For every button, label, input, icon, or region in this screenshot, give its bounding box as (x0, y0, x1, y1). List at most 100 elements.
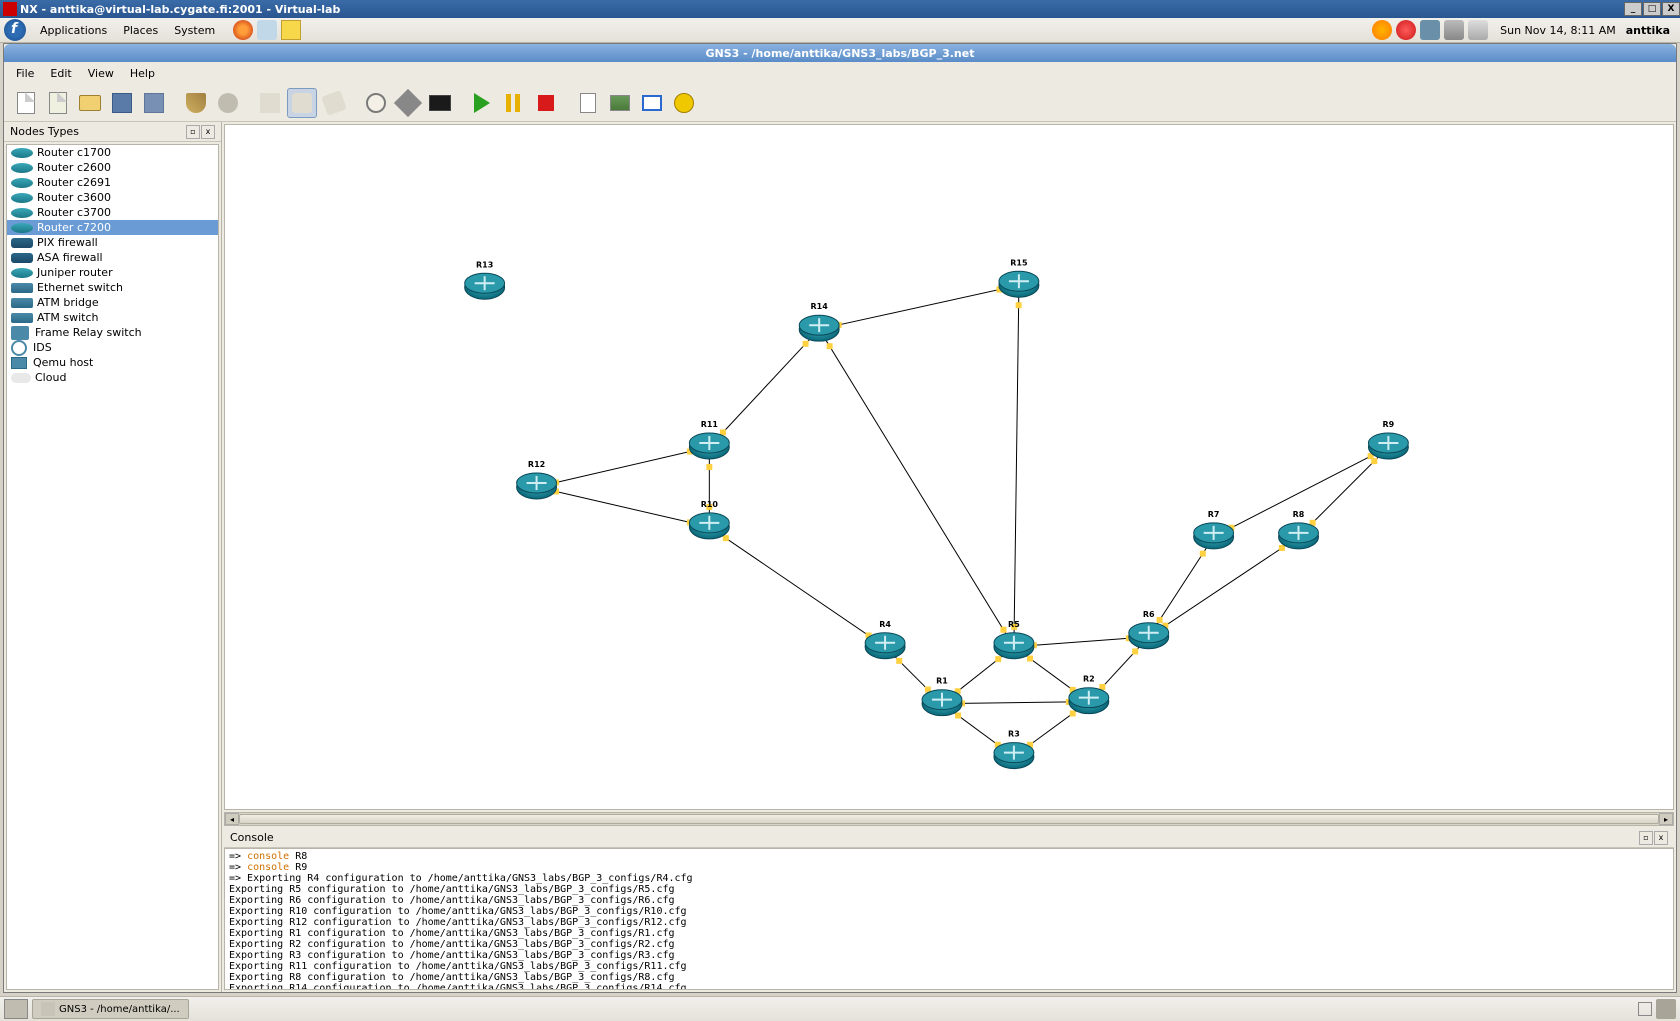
topology-link[interactable] (537, 487, 710, 527)
node-type-item[interactable]: ASA firewall (7, 250, 218, 265)
topology-canvas[interactable]: R13R15R14R11R12R10R9R7R8R4R5R6R1R2R3 (224, 124, 1674, 810)
nx-minimize-button[interactable]: _ (1624, 2, 1642, 16)
edit-project-button[interactable] (43, 88, 73, 118)
router-node-r4[interactable]: R4 (865, 620, 905, 659)
topology-link[interactable] (709, 527, 885, 647)
router-node-r8[interactable]: R8 (1279, 510, 1319, 549)
pause-button[interactable] (499, 88, 529, 118)
node-type-item[interactable]: Cloud (7, 370, 218, 385)
console-button[interactable] (425, 88, 455, 118)
node-type-item[interactable]: Qemu host (7, 355, 218, 370)
trash-icon[interactable] (1656, 999, 1676, 1019)
router-node-r14[interactable]: R14 (799, 302, 839, 341)
nautilus-icon[interactable] (257, 20, 277, 40)
save-project-button[interactable] (107, 88, 137, 118)
node-type-item[interactable]: Ethernet switch (7, 280, 218, 295)
router-node-r5[interactable]: R5 (994, 620, 1034, 659)
router-label: R9 (1383, 420, 1395, 429)
router-node-r15[interactable]: R15 (999, 258, 1039, 297)
scroll-right-button[interactable]: ▸ (1659, 813, 1673, 825)
node-type-item[interactable]: Router c3600 (7, 190, 218, 205)
router-node-r7[interactable]: R7 (1194, 510, 1234, 549)
saveas-project-button[interactable] (139, 88, 169, 118)
idle-button[interactable] (361, 88, 391, 118)
router-node-r11[interactable]: R11 (689, 420, 729, 459)
show-desktop-button[interactable] (4, 999, 28, 1019)
taskbar-gns3[interactable]: GNS3 - /home/anttika/... (32, 999, 189, 1019)
node-type-item[interactable]: ATM switch (7, 310, 218, 325)
console-title: Console (230, 831, 274, 844)
node-type-item[interactable]: Juniper router (7, 265, 218, 280)
nx-close-button[interactable]: X (1662, 2, 1680, 16)
notes-icon[interactable] (281, 20, 301, 40)
network-icon[interactable] (1444, 20, 1464, 40)
router-node-r1[interactable]: R1 (922, 677, 962, 716)
node-type-item[interactable]: PIX firewall (7, 235, 218, 250)
clock[interactable]: Sun Nov 14, 8:11 AM (1500, 24, 1616, 37)
topology-link[interactable] (819, 285, 1019, 329)
node-type-item[interactable]: Router c2600 (7, 160, 218, 175)
panel-float-button[interactable]: ▫ (186, 125, 200, 139)
node-type-icon (11, 178, 33, 188)
help-menu[interactable]: Help (122, 65, 163, 82)
system-menu[interactable]: System (166, 24, 223, 37)
router-node-r9[interactable]: R9 (1368, 420, 1408, 459)
volume-icon[interactable] (1468, 20, 1488, 40)
node-type-item[interactable]: Router c7200 (7, 220, 218, 235)
add-ellipse-button[interactable] (669, 88, 699, 118)
scroll-left-button[interactable]: ◂ (225, 813, 239, 825)
gns3-menubar: File Edit View Help (4, 62, 1676, 84)
node-type-item[interactable]: Router c3700 (7, 205, 218, 220)
tools-button[interactable] (393, 88, 423, 118)
topology-link[interactable] (1014, 285, 1019, 647)
console-line: Exporting R8 configuration to /home/antt… (229, 972, 1669, 983)
start-button[interactable] (467, 88, 497, 118)
add-image-button[interactable] (605, 88, 635, 118)
new-project-button[interactable] (11, 88, 41, 118)
topology-link[interactable] (537, 447, 710, 487)
update-icon[interactable] (1372, 20, 1392, 40)
view-menu[interactable]: View (80, 65, 122, 82)
console-float-button[interactable]: ▫ (1639, 831, 1653, 845)
open-project-button[interactable] (75, 88, 105, 118)
user-menu[interactable]: anttika (1626, 24, 1670, 37)
topology-link[interactable] (1149, 537, 1299, 637)
router-node-r13[interactable]: R13 (465, 260, 505, 299)
router-node-r2[interactable]: R2 (1069, 675, 1109, 714)
notification-icon[interactable] (1396, 20, 1416, 40)
fedora-icon[interactable] (4, 19, 26, 41)
panel-close-button[interactable]: x (201, 125, 215, 139)
nodes-types-list[interactable]: Router c1700Router c2600Router c2691Rout… (6, 144, 219, 990)
link-endpoint (1132, 648, 1138, 654)
clear-button[interactable] (181, 88, 211, 118)
router-node-r3[interactable]: R3 (994, 730, 1034, 769)
router-node-r12[interactable]: R12 (517, 460, 557, 499)
select-button[interactable] (319, 88, 349, 118)
nx-maximize-button[interactable]: □ (1643, 2, 1661, 16)
add-link-button[interactable] (255, 88, 285, 118)
bluetooth-icon[interactable] (1420, 20, 1440, 40)
link-button[interactable] (213, 88, 243, 118)
node-type-item[interactable]: Router c1700 (7, 145, 218, 160)
node-type-item[interactable]: Frame Relay switch (7, 325, 218, 340)
topology-link[interactable] (819, 329, 1014, 647)
node-type-item[interactable]: Router c2691 (7, 175, 218, 190)
places-menu[interactable]: Places (115, 24, 166, 37)
applications-menu[interactable]: Applications (32, 24, 115, 37)
add-note-button[interactable] (573, 88, 603, 118)
console-close-button[interactable]: x (1654, 831, 1668, 845)
topology-link[interactable] (709, 329, 819, 447)
firefox-icon[interactable] (233, 20, 253, 40)
node-type-item[interactable]: IDS (7, 340, 218, 355)
move-button[interactable] (287, 88, 317, 118)
console-output[interactable]: => console R8=> console R9=> Exporting R… (224, 848, 1674, 990)
edit-menu[interactable]: Edit (42, 65, 79, 82)
node-type-item[interactable]: ATM bridge (7, 295, 218, 310)
add-rect-button[interactable] (637, 88, 667, 118)
workspace-switcher[interactable] (1638, 1002, 1652, 1016)
node-type-label: Cloud (35, 371, 66, 384)
file-menu[interactable]: File (8, 65, 42, 82)
stop-button[interactable] (531, 88, 561, 118)
router-node-r10[interactable]: R10 (689, 500, 729, 539)
canvas-hscrollbar[interactable]: ◂ ▸ (224, 812, 1674, 826)
